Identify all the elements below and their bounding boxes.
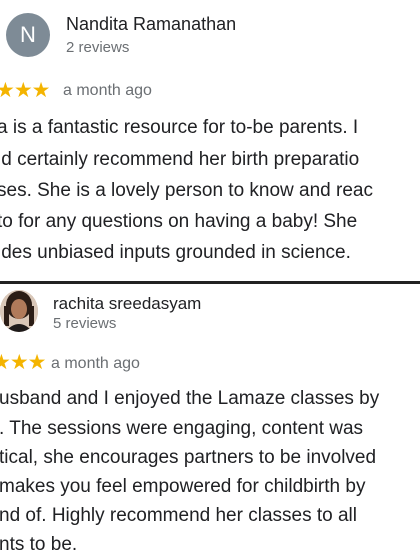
review-text-line: to for any questions on having a baby! S… — [0, 211, 358, 232]
review-time: a month ago — [63, 82, 152, 99]
review-text-line: makes you feel empowered for childbirth … — [0, 476, 366, 497]
review-text-line: ld certainly recommend her birth prepara… — [0, 149, 360, 170]
review-time: a month ago — [51, 355, 140, 372]
review-text-line: nts to be. — [0, 534, 78, 555]
review-text-line: . The sessions were engaging, content wa… — [0, 418, 364, 439]
reviewer-name[interactable]: rachita sreedasyam — [53, 294, 201, 314]
star-rating-icon: ★★★ — [0, 79, 50, 102]
reviewer-name[interactable]: Nandita Ramanathan — [66, 14, 236, 35]
review-text-line: usband and I enjoyed the Lamaze classes … — [0, 388, 380, 409]
review-text-line: ses. She is a lovely person to know and … — [0, 180, 373, 201]
review-text-line: a is a fantastic resource for to-be pare… — [0, 117, 359, 138]
review-card: N Nandita Ramanathan 2 reviews ★★★ a mon… — [0, 0, 420, 282]
review-text-line: nd of. Highly recommend her classes to a… — [0, 505, 357, 526]
review-count: 5 reviews — [53, 315, 117, 332]
star-rating-icon: ★★★ — [0, 351, 46, 374]
avatar[interactable]: N — [6, 13, 50, 57]
review-text-line: ides unbiased inputs grounded in science… — [0, 242, 351, 263]
review-count: 2 reviews — [66, 39, 130, 56]
review-text-line: tical, she encourages partners to be inv… — [0, 447, 377, 468]
